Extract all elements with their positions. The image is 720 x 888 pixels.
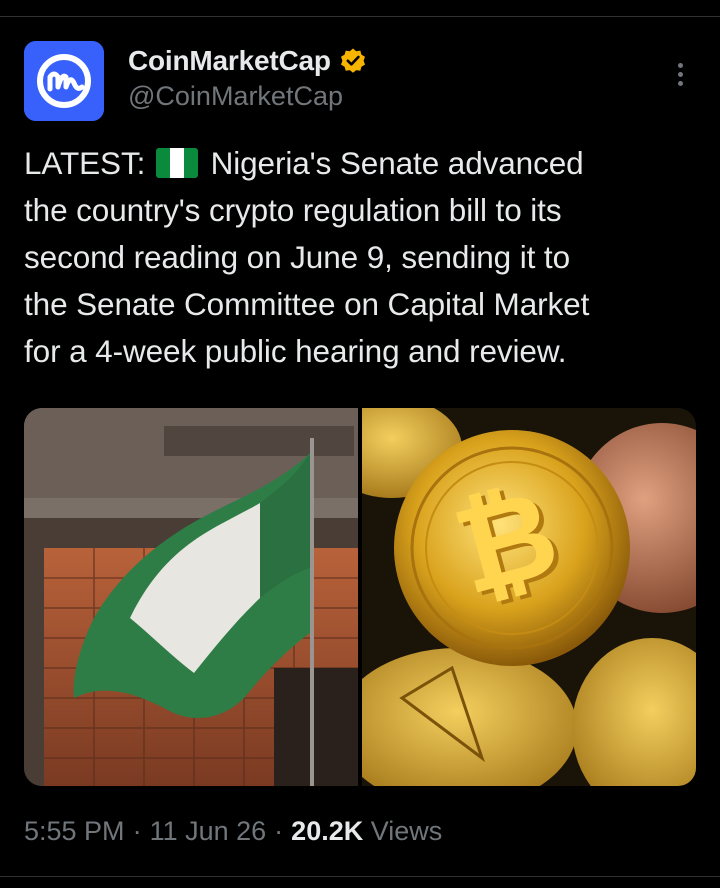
tweet-line-2: the country's crypto regulation bill to …: [24, 192, 562, 228]
views-count[interactable]: 20.2K: [291, 816, 363, 846]
more-dot-icon: [677, 62, 683, 68]
author-avatar[interactable]: [24, 41, 104, 121]
more-dot-icon: [677, 80, 683, 86]
more-dot-icon: [677, 71, 683, 77]
more-options-button[interactable]: [664, 56, 696, 92]
meta-separator: ·: [132, 816, 142, 846]
tweet-media-grid: ₿ ₿: [24, 408, 696, 786]
meta-separator: ·: [274, 816, 284, 846]
views-label[interactable]: Views: [371, 816, 443, 846]
tweet-meta: 5:55 PM · 11 Jun 26 · 20.2K Views: [24, 816, 442, 847]
bitcoin-coins-photo[interactable]: ₿ ₿: [362, 408, 696, 786]
bottom-divider: [0, 876, 720, 877]
author-name-row[interactable]: CoinMarketCap: [128, 44, 367, 78]
flag-photo-icon: [24, 408, 358, 786]
tweet-prefix: LATEST:: [24, 145, 146, 181]
author-display-name[interactable]: CoinMarketCap: [128, 45, 331, 77]
verified-badge-icon: [339, 47, 367, 75]
tweet-line-4: the Senate Committee on Capital Market: [24, 286, 590, 322]
bitcoin-photo-icon: ₿ ₿: [362, 408, 696, 786]
tweet-time[interactable]: 5:55 PM: [24, 816, 125, 847]
nigerian-flag-photo[interactable]: [24, 408, 358, 786]
author-handle[interactable]: @CoinMarketCap: [128, 81, 343, 112]
tweet-date[interactable]: 11 Jun 26: [150, 816, 267, 847]
tweet-line-1: LATEST: Nigeria's Senate advanced: [24, 140, 714, 187]
tweet-line-5: for a 4-week public hearing and review.: [24, 333, 567, 369]
top-divider: [0, 16, 720, 17]
tweet-line-1-text: Nigeria's Senate advanced: [210, 145, 584, 181]
tweet-line-3: second reading on June 9, sending it to: [24, 239, 570, 275]
tweet-text: LATEST: Nigeria's Senate advanced the co…: [24, 140, 714, 375]
nigeria-flag-emoji-icon: [155, 148, 198, 178]
coinmarketcap-logo-icon: [24, 41, 104, 121]
